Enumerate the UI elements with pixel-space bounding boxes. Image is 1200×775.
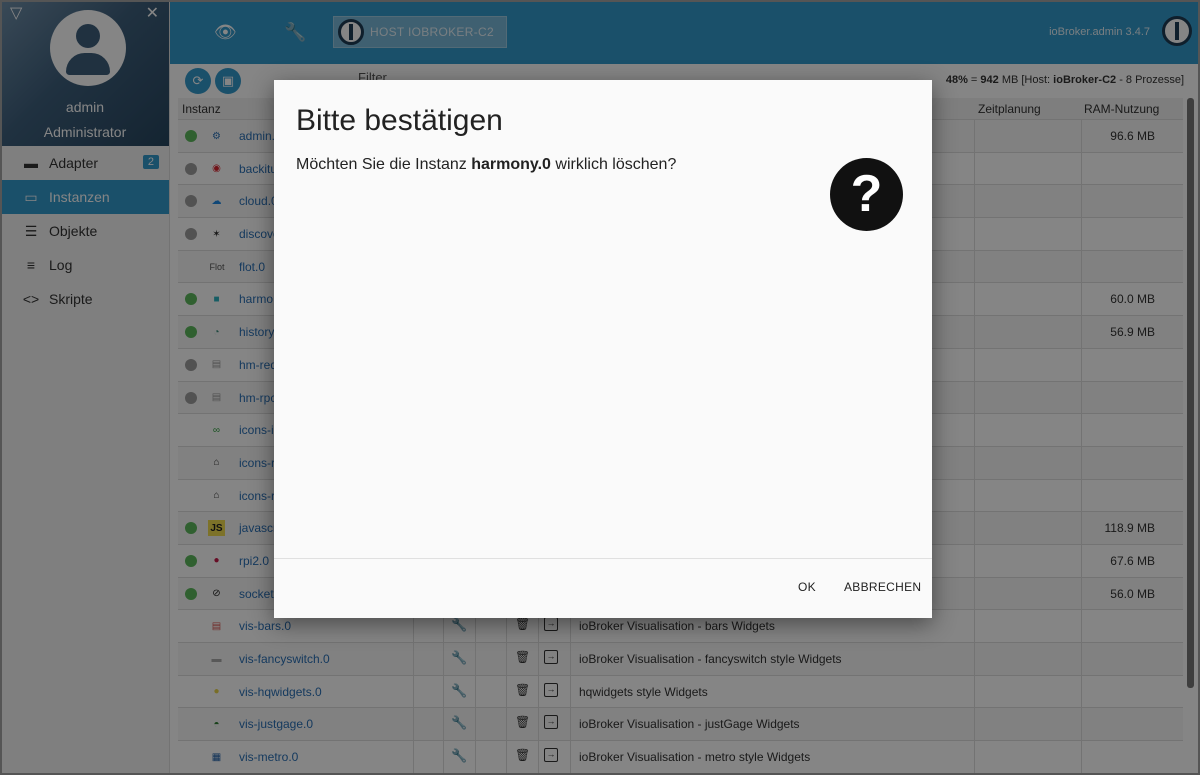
- instance-name: harmony.0: [471, 156, 551, 173]
- cancel-button[interactable]: ABBRECHEN: [844, 580, 921, 594]
- confirm-dialog: Bitte bestätigen Möchten Sie die Instanz…: [274, 80, 932, 618]
- dialog-message: Möchten Sie die Instanz harmony.0 wirkli…: [296, 156, 677, 173]
- question-icon: ?: [830, 158, 903, 231]
- ok-button[interactable]: OK: [798, 580, 816, 594]
- dialog-footer: OK ABBRECHEN: [274, 558, 932, 618]
- dialog-title: Bitte bestätigen: [296, 104, 503, 137]
